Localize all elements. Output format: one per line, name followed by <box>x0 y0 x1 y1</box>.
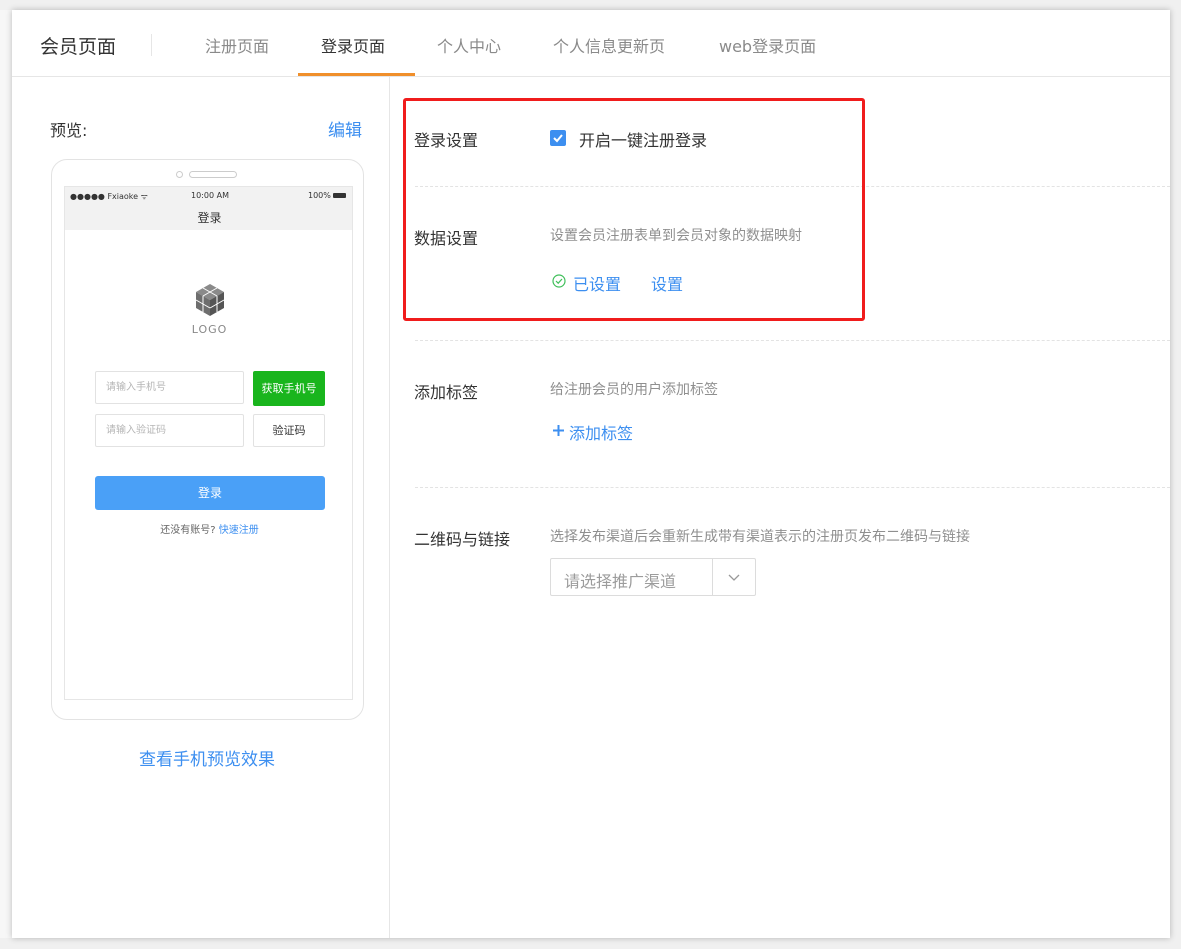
channel-select-placeholder: 请选择推广渠道 <box>564 572 677 591</box>
phone-screen: ●●●●● Fxiaoke ᯤ 10:00 AM 100% 登录 LOGO 请输… <box>64 186 353 700</box>
qrcode-description: 选择发布渠道后会重新生成带有渠道表示的注册页发布二维码与链接 <box>550 529 970 545</box>
add-tag-link[interactable]: 添加标签 <box>569 420 633 444</box>
preview-panel: 预览: 编辑 ●●●●● Fxiaoke ᯤ 10:00 AM 100% 登录 <box>12 77 390 938</box>
add-tag-label: 添加标签 <box>414 383 479 402</box>
login-settings-label: 登录设置 <box>414 131 479 150</box>
phone-status-bar: ●●●●● Fxiaoke ᯤ 10:00 AM 100% 登录 <box>65 187 352 230</box>
edit-link[interactable]: 编辑 <box>328 116 362 141</box>
checkmark-icon <box>553 134 563 143</box>
tab-profile-update-page[interactable]: 个人信息更新页 <box>553 33 665 57</box>
member-page-window: 会员页面 注册页面 登录页面 个人中心 个人信息更新页 web登录页面 预览: … <box>12 10 1170 938</box>
status-time: 10:00 AM <box>191 191 229 200</box>
channel-select[interactable]: 请选择推广渠道 <box>550 558 756 596</box>
logo-cube-icon <box>195 284 225 316</box>
data-setup-link[interactable]: 设置 <box>651 271 683 295</box>
phone-camera <box>176 171 183 178</box>
settings-panel: 登录设置 开启一键注册登录 数据设置 设置会员注册表单到会员对象的数据映射 已设… <box>391 77 1170 938</box>
preview-label: 预览: <box>50 121 88 140</box>
mobile-register-prompt: 还没有账号? 快速注册 <box>65 521 352 536</box>
data-settings-description: 设置会员注册表单到会员对象的数据映射 <box>550 228 802 244</box>
view-mobile-preview-link[interactable]: 查看手机预览效果 <box>12 745 402 770</box>
plus-icon[interactable] <box>552 424 565 437</box>
section-divider <box>415 186 1170 187</box>
one-click-register-checkbox[interactable] <box>550 130 566 146</box>
section-divider <box>415 487 1170 488</box>
tab-login-page[interactable]: 登录页面 <box>321 33 385 57</box>
page-header: 会员页面 注册页面 登录页面 个人中心 个人信息更新页 web登录页面 <box>12 10 1170 77</box>
no-account-text: 还没有账号? <box>160 525 216 536</box>
page-title: 会员页面 <box>40 36 117 58</box>
battery-icon <box>333 193 346 198</box>
logo-text: LOGO <box>191 323 228 336</box>
phone-speaker <box>189 171 237 178</box>
mobile-login-button: 登录 <box>95 476 325 510</box>
section-divider <box>415 340 1170 341</box>
active-tab-indicator <box>298 73 415 76</box>
tab-personal-center[interactable]: 个人中心 <box>437 33 501 57</box>
phone-mockup: ●●●●● Fxiaoke ᯤ 10:00 AM 100% 登录 LOGO 请输… <box>51 159 364 720</box>
select-divider <box>712 559 713 595</box>
tab-register-page[interactable]: 注册页面 <box>205 33 269 57</box>
mobile-phone-input: 请输入手机号 <box>95 371 244 404</box>
title-divider <box>151 34 152 56</box>
battery-percent: 100% <box>308 191 331 200</box>
qrcode-link-label: 二维码与链接 <box>414 530 511 549</box>
mobile-code-button: 验证码 <box>253 414 325 447</box>
page-gutter <box>0 10 12 938</box>
mobile-code-input: 请输入验证码 <box>95 414 244 447</box>
check-circle-icon <box>552 274 566 288</box>
tab-web-login-page[interactable]: web登录页面 <box>719 33 816 57</box>
data-settings-label: 数据设置 <box>414 229 479 248</box>
carrier-signal: ●●●●● Fxiaoke ᯤ <box>70 192 148 201</box>
quick-register-link: 快速注册 <box>218 525 259 536</box>
one-click-register-label[interactable]: 开启一键注册登录 <box>579 127 707 151</box>
data-status-text: 已设置 <box>573 275 622 294</box>
add-tag-description: 给注册会员的用户添加标签 <box>550 382 718 398</box>
mobile-get-phone-button: 获取手机号 <box>253 371 325 406</box>
chevron-down-icon[interactable] <box>727 572 741 582</box>
screen-title: 登录 <box>197 211 222 225</box>
